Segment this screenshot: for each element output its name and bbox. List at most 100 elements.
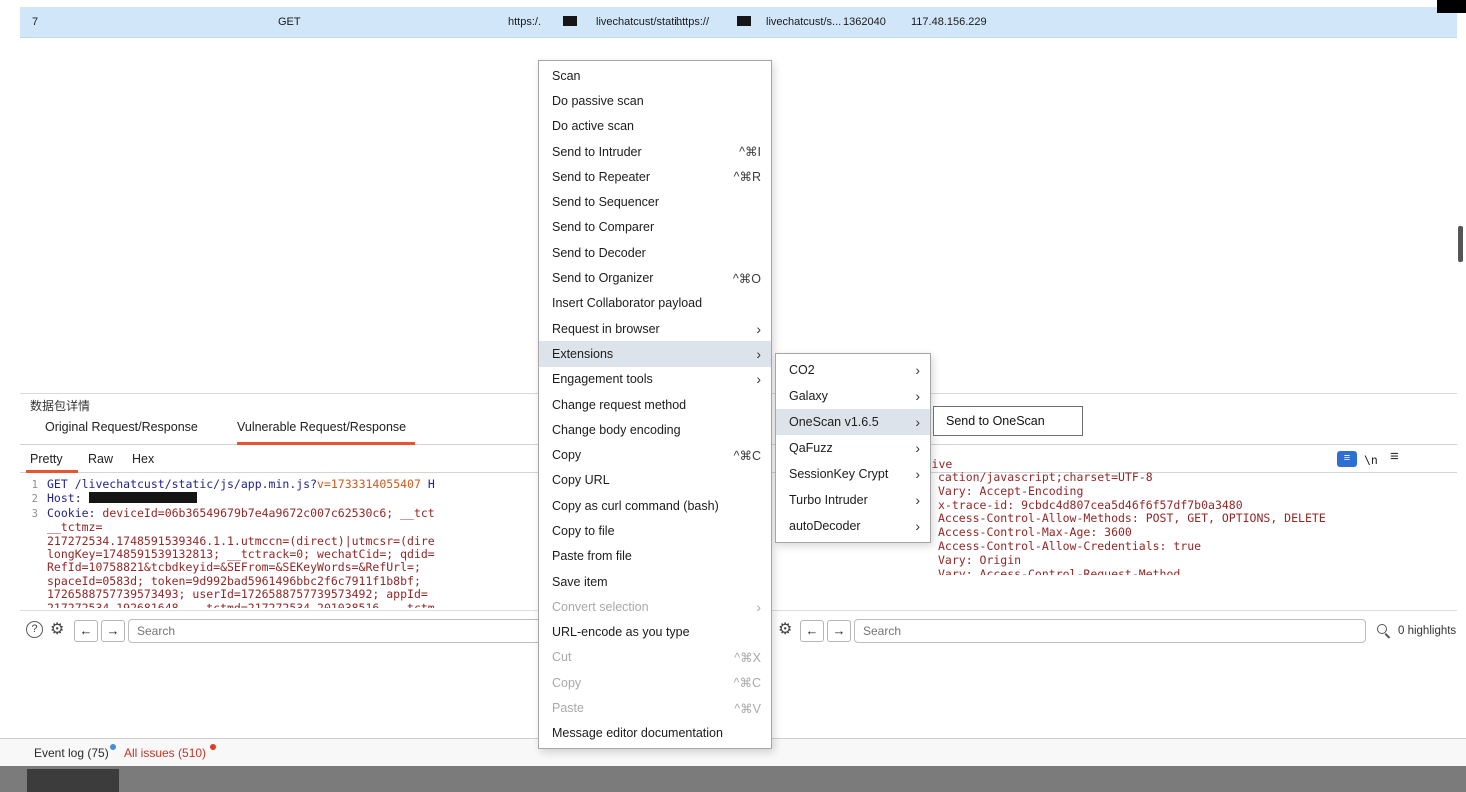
response-search-prev-button[interactable]: ←	[800, 620, 824, 642]
redacted-host-box-2	[737, 16, 751, 26]
tab-raw[interactable]: Raw	[88, 452, 113, 466]
event-log-button[interactable]: Event log (75)	[34, 746, 109, 760]
menu-item-label: Request in browser	[552, 322, 738, 336]
request-editor-content[interactable]: 1 GET /livechatcust/static/js/app.min.js?…	[24, 478, 536, 608]
menu-item-send-to-organizer[interactable]: Send to Organizer^⌘O	[539, 265, 771, 290]
search-next-button[interactable]: →	[101, 620, 125, 642]
response-line: cation/javascript;charset=UTF-8	[938, 471, 1418, 485]
code-text: 217272534.192681648. tctmd=217272534.201…	[47, 601, 435, 608]
all-issues-button[interactable]: All issues (510)	[124, 746, 206, 760]
menu-item-label: URL-encode as you type	[552, 625, 761, 639]
menu-item-label: Copy URL	[552, 473, 761, 487]
active-tab-indicator	[237, 442, 415, 445]
menu-item-onescan-v1-6-5[interactable]: OneScan v1.6.5›	[776, 409, 930, 435]
vertical-scrollbar-thumb[interactable]	[1458, 226, 1463, 262]
history-row[interactable]: 7 GET https:/. livechatcust/stati... htt…	[20, 7, 1457, 38]
menu-item-label: Send to Organizer	[552, 271, 707, 285]
menu-item-send-to-sequencer[interactable]: Send to Sequencer	[539, 189, 771, 214]
menu-item-request-in-browser[interactable]: Request in browser›	[539, 316, 771, 341]
history-row-method: GET	[278, 16, 301, 28]
search-prev-button[interactable]: ←	[74, 620, 98, 642]
menu-item-label: Copy to file	[552, 524, 761, 538]
extensions-submenu: CO2›Galaxy›OneScan v1.6.5›QaFuzz›Session…	[775, 353, 931, 543]
menu-item-copy: Copy^⌘C	[539, 670, 771, 695]
menu-item-copy-url[interactable]: Copy URL	[539, 468, 771, 493]
menu-item-change-body-encoding[interactable]: Change body encoding	[539, 417, 771, 442]
menu-item-shortcut: ^⌘X	[734, 650, 761, 665]
request-line: 1 GET /livechatcust/static/js/app.min.js?…	[24, 478, 536, 492]
settings-gear-icon-response[interactable]: ⚙	[778, 619, 792, 639]
menu-item-sessionkey-crypt[interactable]: SessionKey Crypt›	[776, 461, 930, 487]
chevron-right-icon: ›	[915, 493, 920, 507]
menu-item-insert-collaborator-payload[interactable]: Insert Collaborator payload	[539, 291, 771, 316]
response-line: Vary: Accept-Encoding	[938, 485, 1418, 499]
menu-item-copy[interactable]: Copy^⌘C	[539, 442, 771, 467]
menu-item-send-to-comparer[interactable]: Send to Comparer	[539, 215, 771, 240]
chevron-right-icon: ›	[915, 519, 920, 533]
code-text: 1726588757739573493; userId=172658875773…	[47, 587, 428, 601]
history-row-length: 1362040	[843, 16, 886, 28]
request-line: 217272534.192681648. tctmd=217272534.201…	[24, 602, 536, 608]
history-row-url-path: livechatcust/stati...	[596, 16, 686, 28]
menu-item-label: Paste	[552, 701, 708, 715]
request-search-input[interactable]	[128, 619, 548, 643]
menu-item-send-to-repeater[interactable]: Send to Repeater^⌘R	[539, 164, 771, 189]
menu-item-label: Send to Sequencer	[552, 195, 761, 209]
line-number: 2	[24, 493, 38, 506]
menu-item-copy-to-file[interactable]: Copy to file	[539, 518, 771, 543]
response-search-input[interactable]	[854, 619, 1366, 643]
tab-pretty[interactable]: Pretty	[30, 452, 63, 466]
editor-options-icon[interactable]: ≡	[1337, 451, 1357, 467]
newline-toggle[interactable]: \n	[1364, 453, 1378, 467]
menu-item-label: Do passive scan	[552, 94, 761, 108]
editor-menu-icon[interactable]: ≡	[1390, 448, 1399, 465]
menu-item-message-editor-documentation[interactable]: Message editor documentation	[539, 721, 771, 746]
response-search-next-button[interactable]: →	[827, 620, 851, 642]
request-line: __tctmz=	[24, 521, 536, 534]
menu-item-label: Insert Collaborator payload	[552, 296, 761, 310]
menu-item-label: Save item	[552, 575, 761, 589]
menu-item-label: autoDecoder	[789, 519, 897, 533]
code-text: __tctmz=	[47, 520, 102, 534]
menu-item-send-to-intruder[interactable]: Send to Intruder^⌘I	[539, 139, 771, 164]
highlights-count: 0 highlights	[1398, 625, 1456, 637]
menu-item-qafuzz[interactable]: QaFuzz›	[776, 435, 930, 461]
response-editor-content[interactable]: cation/javascript;charset=UTF-8Vary: Acc…	[938, 471, 1418, 575]
menu-item-send-to-decoder[interactable]: Send to Decoder	[539, 240, 771, 265]
help-icon[interactable]: ?	[26, 621, 43, 638]
menu-item-label: Engagement tools	[552, 372, 738, 386]
request-line: 2Host:	[24, 492, 536, 506]
settings-gear-icon[interactable]: ⚙	[50, 619, 64, 639]
menu-item-scan[interactable]: Scan	[539, 63, 771, 88]
menu-item-url-encode-as-you-type[interactable]: URL-encode as you type	[539, 620, 771, 645]
menu-item-engagement-tools[interactable]: Engagement tools›	[539, 367, 771, 392]
magnifier-icon	[1377, 624, 1387, 634]
tab-hex[interactable]: Hex	[132, 452, 154, 466]
menu-item-extensions[interactable]: Extensions›	[539, 341, 771, 366]
menu-item-label: Send to Decoder	[552, 246, 761, 260]
menu-item-co2[interactable]: CO2›	[776, 357, 930, 383]
menu-item-do-active-scan[interactable]: Do active scan	[539, 114, 771, 139]
tab-original-request-response[interactable]: Original Request/Response	[45, 420, 198, 434]
menu-item-label: Send to Comparer	[552, 220, 761, 234]
menu-item-shortcut: ^⌘I	[739, 144, 761, 159]
menu-item-turbo-intruder[interactable]: Turbo Intruder›	[776, 487, 930, 513]
menu-item-send-to-onescan[interactable]: Send to OneScan	[933, 406, 1083, 436]
tab-vulnerable-request-response[interactable]: Vulnerable Request/Response	[237, 420, 406, 434]
menu-item-copy-as-curl-command-bash[interactable]: Copy as curl command (bash)	[539, 493, 771, 518]
menu-item-change-request-method[interactable]: Change request method	[539, 392, 771, 417]
menu-item-do-passive-scan[interactable]: Do passive scan	[539, 88, 771, 113]
line-number: 1	[24, 479, 38, 492]
menu-item-save-item[interactable]: Save item	[539, 569, 771, 594]
menu-item-paste-from-file[interactable]: Paste from file	[539, 544, 771, 569]
menu-item-label: Galaxy	[789, 389, 897, 403]
screen-corner-black	[1437, 0, 1466, 13]
code-text: longKey=1748591539132813; __tctrack=0; w…	[47, 547, 435, 561]
code-text: GET /livechatcust/static/js/app.min.js?	[47, 478, 317, 491]
menu-item-autodecoder[interactable]: autoDecoder ›	[776, 513, 930, 539]
menu-item-label: Copy	[552, 448, 708, 462]
menu-item-galaxy[interactable]: Galaxy›	[776, 383, 930, 409]
menu-item-label: Change body encoding	[552, 423, 761, 437]
chevron-right-icon: ›	[756, 347, 761, 361]
menu-item-label: Copy	[552, 676, 708, 690]
